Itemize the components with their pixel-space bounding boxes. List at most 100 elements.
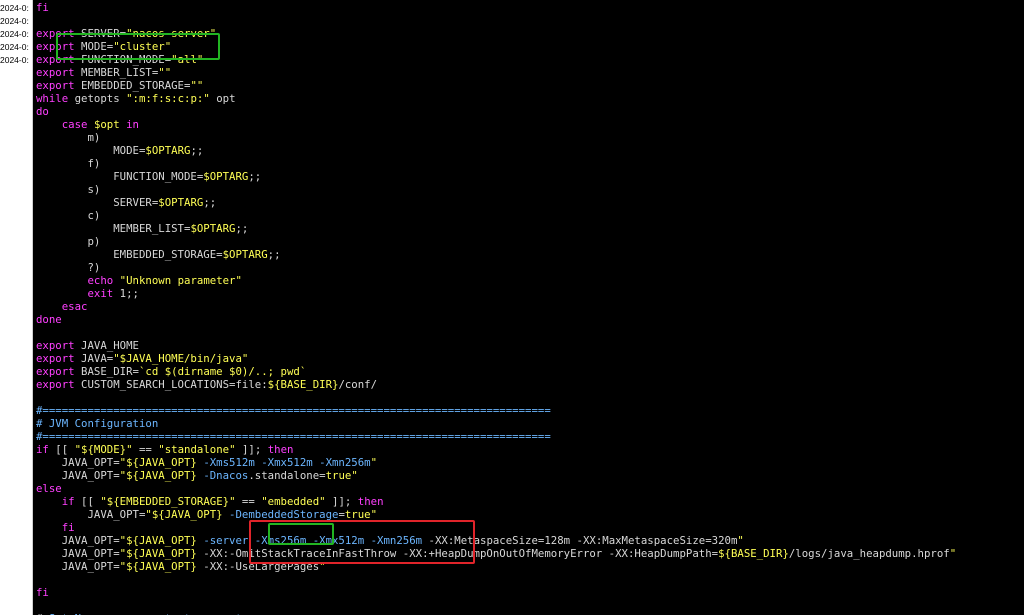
code-token: $OPTARG	[190, 222, 236, 235]
code-token: then	[267, 443, 294, 456]
code-token: "standalone"	[158, 443, 236, 456]
code-token: [[	[48, 443, 75, 456]
code-token: "${MODE}"	[74, 443, 133, 456]
code-line: f)	[36, 157, 100, 170]
code-token: c)	[36, 209, 101, 222]
code-token: ""	[190, 79, 204, 92]
code-line: FUNCTION_MODE=$OPTARG;;	[36, 170, 261, 183]
code-token: "${JAVA_OPT}	[119, 469, 197, 482]
code-token: export	[36, 79, 75, 92]
code-token: JAVA_OPT=	[36, 560, 120, 573]
code-token: JAVA_HOME	[74, 339, 139, 352]
code-token: in	[126, 118, 139, 131]
code-token: ;;	[190, 144, 204, 157]
code-token: opt	[209, 92, 236, 105]
code-token: p)	[36, 235, 101, 248]
code-line: esac	[36, 300, 88, 313]
cluster-mode-highlight	[56, 33, 220, 60]
code-token: export	[36, 352, 75, 365]
code-token: getopts	[68, 92, 127, 105]
code-editor[interactable]: fi export SERVER="nacos-server" export MOD…	[33, 0, 1024, 615]
code-token: FUNCTION_MODE=	[36, 170, 204, 183]
code-token: "	[949, 547, 957, 560]
code-token: $OPTARG	[145, 144, 191, 157]
code-line: MODE=$OPTARG;;	[36, 144, 203, 157]
code-token: "${JAVA_OPT}	[119, 547, 197, 560]
code-line: m)	[36, 131, 100, 144]
code-token: "	[370, 456, 378, 469]
code-token: while	[36, 92, 69, 105]
code-line: p)	[36, 235, 100, 248]
code-token: "${JAVA_OPT}	[119, 560, 197, 573]
code-token: JAVA_OPT=	[36, 534, 120, 547]
code-token: JAVA_OPT=	[36, 508, 146, 521]
code-token: echo	[87, 274, 114, 287]
code-token: "	[737, 534, 744, 547]
gutter-timestamp: 2024-0:	[0, 3, 29, 13]
code-line: export JAVA="$JAVA_HOME/bin/java"	[36, 352, 248, 365]
code-line: #=======================================…	[36, 430, 551, 443]
code-token: JAVA_OPT=	[36, 456, 120, 469]
code-token: EMBEDDED_STORAGE=	[36, 248, 223, 261]
code-token: ;;	[248, 170, 262, 183]
code-token: if	[61, 495, 75, 508]
code-token: ${BASE_DIR}	[267, 378, 339, 391]
code-line: else	[36, 482, 62, 495]
code-line: if [[ "${MODE}" == "standalone" ]]; then	[36, 443, 293, 456]
code-token: export	[36, 378, 75, 391]
code-token: "embedded"	[261, 495, 326, 508]
gutter-timestamp: 2024-0:	[0, 55, 29, 65]
code-token: else	[36, 482, 62, 495]
code-token: ]];	[325, 495, 358, 508]
code-token: JAVA_OPT=	[36, 547, 120, 560]
code-token: `cd $(dirname $0)/..; pwd`	[138, 365, 307, 378]
code-token: "${EMBEDDED_STORAGE}"	[100, 495, 236, 508]
code-token: # JVM Configuration	[36, 417, 159, 430]
code-line: exit 1;;	[36, 287, 139, 300]
code-token: "${JAVA_OPT}	[145, 508, 223, 521]
code-line: fi	[36, 586, 49, 599]
code-token: ==	[235, 495, 262, 508]
code-token: do	[36, 105, 49, 118]
code-token: ?)	[36, 261, 101, 274]
code-token: ""	[158, 66, 172, 79]
code-token: ]];	[235, 443, 268, 456]
code-token: #=======================================…	[36, 404, 551, 417]
code-token: -Xms512m -Xmx512m -Xmn256m	[203, 456, 371, 469]
code-token: esac	[61, 300, 88, 313]
code-token: /logs/java_heapdump.hprof	[788, 547, 950, 560]
code-line: export JAVA_HOME	[36, 339, 139, 352]
code-token: ;;	[203, 196, 217, 209]
code-token: -Dnacos	[203, 469, 249, 482]
code-token: 1;;	[113, 287, 139, 300]
gutter-timestamp: 2024-0:	[0, 16, 29, 26]
code-token: ==	[132, 443, 159, 456]
code-token: if	[36, 443, 49, 456]
code-line: export BASE_DIR=`cd $(dirname $0)/..; pw…	[36, 365, 306, 378]
code-token: f)	[36, 157, 101, 170]
code-token: $OPTARG	[222, 248, 268, 261]
code-line: # JVM Configuration	[36, 417, 158, 430]
code-line: if [[ "${EMBEDDED_STORAGE}" == "embedded…	[36, 495, 384, 508]
code-token: EMBEDDED_STORAGE=	[74, 79, 191, 92]
code-token: MEMBER_LIST=	[36, 222, 191, 235]
code-line: while getopts ":m:f:s:c:p:" opt	[36, 92, 236, 105]
code-line: do	[36, 105, 49, 118]
line-gutter: 2024-0: 2024-0: 2024-0: 2024-0: 2024-0:	[0, 0, 33, 615]
code-line: SERVER=$OPTARG;;	[36, 196, 216, 209]
code-token: MODE=	[36, 144, 146, 157]
code-token: export	[36, 339, 75, 352]
code-line: s)	[36, 183, 100, 196]
code-line: export EMBEDDED_STORAGE=""	[36, 79, 203, 92]
code-token: JAVA=	[74, 352, 114, 365]
code-token: $OPTARG	[203, 170, 249, 183]
xms256m-highlight	[268, 523, 334, 545]
code-token: .standalone=	[248, 469, 326, 482]
code-token: CUSTOM_SEARCH_LOCATIONS=file:	[74, 378, 268, 391]
code-token: "$JAVA_HOME/bin/java"	[113, 352, 249, 365]
code-line: JAVA_OPT="${JAVA_OPT} -Xms512m -Xmx512m …	[36, 456, 377, 469]
